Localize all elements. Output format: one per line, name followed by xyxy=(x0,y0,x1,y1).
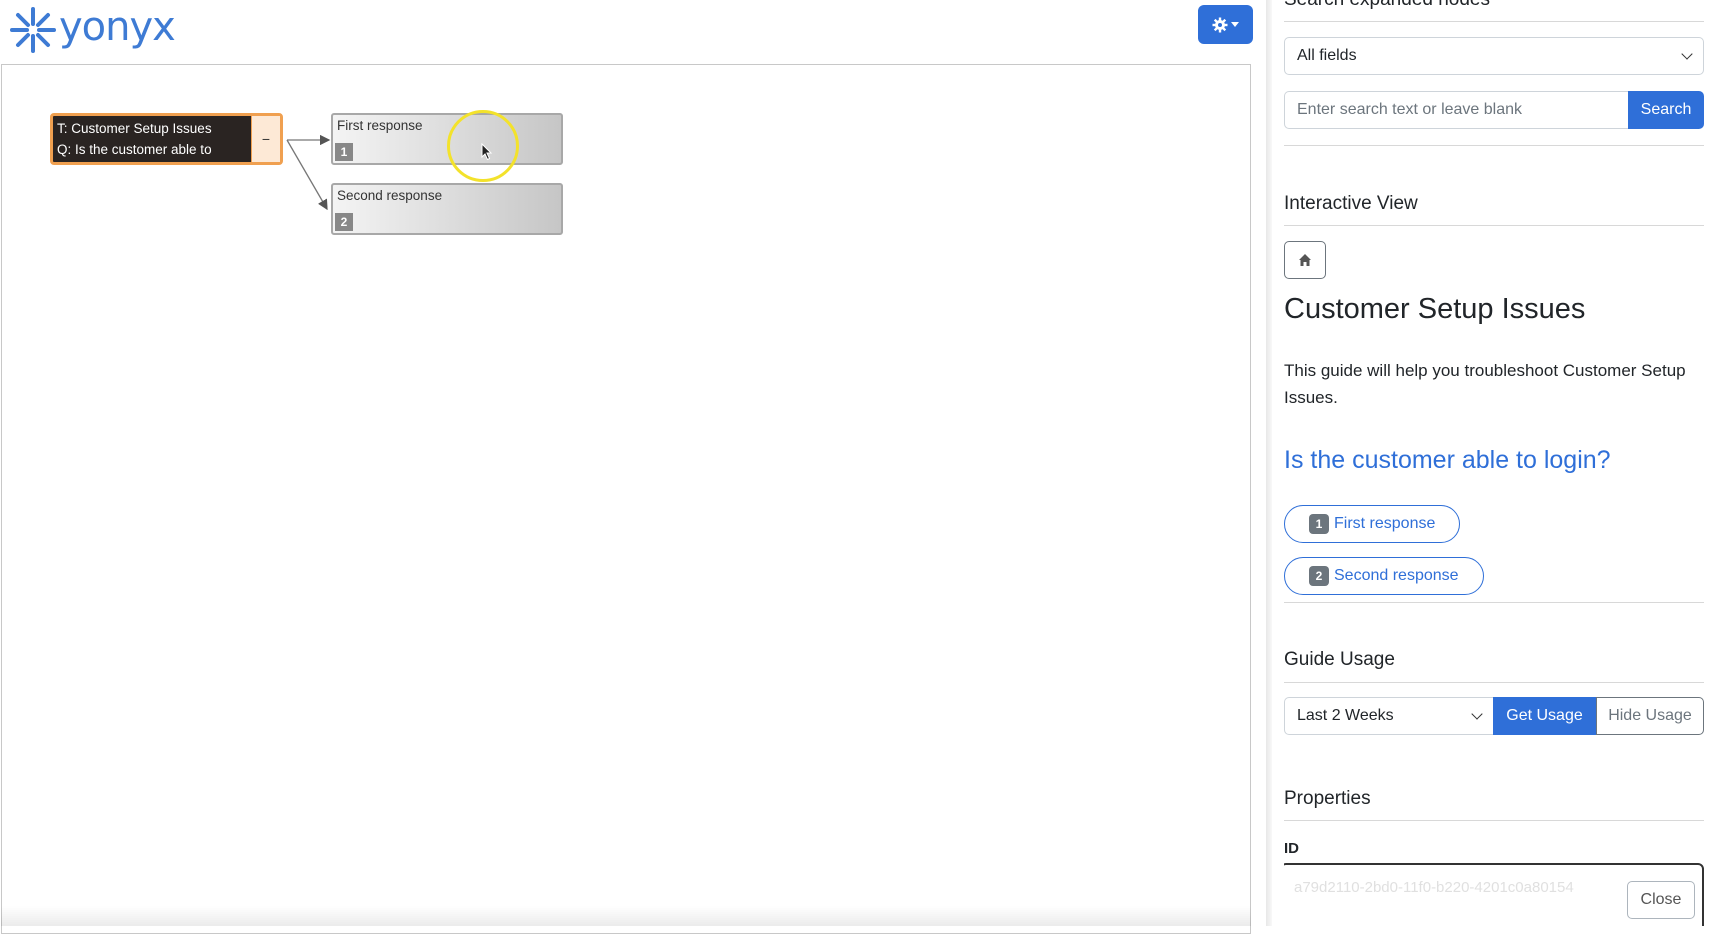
tree-canvas[interactable] xyxy=(1,64,1251,934)
response-number-badge: 1 xyxy=(1309,514,1329,534)
search-button[interactable]: Search xyxy=(1628,91,1704,129)
response-button-2[interactable]: 2 Second response xyxy=(1284,557,1484,595)
collapse-toggle[interactable]: − xyxy=(251,116,280,162)
response-number-badge: 2 xyxy=(1309,566,1329,586)
home-icon xyxy=(1298,253,1312,267)
chevron-down-icon xyxy=(1471,708,1482,719)
tree-response-node-2[interactable]: Second response 2 xyxy=(331,183,563,235)
panel-divider[interactable] xyxy=(1266,0,1272,926)
settings-dropdown-button[interactable] xyxy=(1198,5,1253,44)
guide-usage-title: Guide Usage xyxy=(1284,649,1395,671)
search-field-select[interactable]: All fields xyxy=(1284,37,1704,75)
home-button[interactable] xyxy=(1284,241,1326,279)
interactive-view-title: Interactive View xyxy=(1284,193,1418,215)
response-node-label: First response xyxy=(337,118,423,133)
caret-down-icon xyxy=(1231,22,1239,27)
yonyx-logo[interactable]: yonyx xyxy=(8,5,175,55)
divider xyxy=(1284,145,1704,146)
usage-period-select[interactable]: Last 2 Weeks xyxy=(1284,697,1494,735)
id-label: ID xyxy=(1284,840,1299,857)
divider xyxy=(1284,820,1704,821)
response-node-label: Second response xyxy=(337,188,442,203)
response-button-label: Second response xyxy=(1334,567,1459,585)
topic-line: T: Customer Setup Issues xyxy=(57,118,247,139)
id-dialog: a79d2110-2bd0-11f0-b220-4201c0a80154 Clo… xyxy=(1284,863,1704,926)
hide-usage-button[interactable]: Hide Usage xyxy=(1596,697,1704,735)
select-value: Last 2 Weeks xyxy=(1297,707,1394,725)
get-usage-button[interactable]: Get Usage xyxy=(1493,697,1596,735)
canvas-bottom-shadow xyxy=(1,906,1251,926)
response-node-badge: 1 xyxy=(335,143,353,161)
search-section-title: Search expanded nodes xyxy=(1284,0,1490,11)
response-button-1[interactable]: 1 First response xyxy=(1284,505,1460,543)
asterisk-logo-icon xyxy=(8,5,58,55)
guide-question: Is the customer able to login? xyxy=(1284,446,1611,475)
search-input[interactable] xyxy=(1284,91,1628,129)
guide-title: Customer Setup Issues xyxy=(1284,293,1585,326)
divider xyxy=(1284,682,1704,683)
guide-description: This guide will help you troubleshoot Cu… xyxy=(1284,357,1704,411)
properties-title: Properties xyxy=(1284,788,1371,810)
mouse-cursor-icon xyxy=(481,143,493,161)
divider xyxy=(1284,225,1704,226)
response-node-badge: 2 xyxy=(335,213,353,231)
chevron-down-icon xyxy=(1681,48,1692,59)
select-value: All fields xyxy=(1297,47,1357,65)
question-line: Q: Is the customer able to xyxy=(57,139,247,160)
right-panel: Search expanded nodes All fields Search … xyxy=(1284,0,1704,926)
gear-icon xyxy=(1212,17,1228,33)
response-button-label: First response xyxy=(1334,515,1435,533)
logo-text: yonyx xyxy=(59,7,175,47)
topic-node[interactable]: T: Customer Setup Issues Q: Is the custo… xyxy=(50,113,283,165)
close-button[interactable]: Close xyxy=(1627,881,1695,919)
divider xyxy=(1284,602,1704,603)
id-value: a79d2110-2bd0-11f0-b220-4201c0a80154 xyxy=(1294,879,1574,896)
topic-node-text: T: Customer Setup Issues Q: Is the custo… xyxy=(53,116,251,162)
divider xyxy=(1284,21,1704,22)
